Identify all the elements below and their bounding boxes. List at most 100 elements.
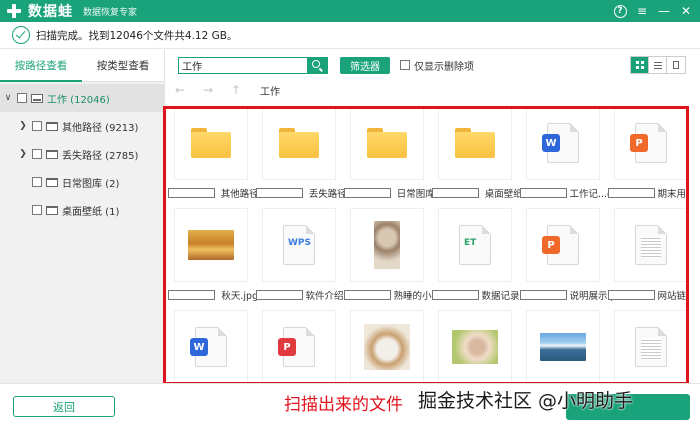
window-controls: ? ≡ — ✕ [610,2,696,20]
navigation-row: ← → ↑ 工作 [166,80,700,100]
file-tile[interactable]: W 工作记...ocx [520,106,614,200]
file-checkbox[interactable] [344,188,391,198]
tree-checkbox[interactable] [32,177,42,187]
chevron-right-icon[interactable]: ❯ [18,121,28,131]
file-tile[interactable]: 日常图库 [344,106,435,200]
folder-tree: ∨ 工作 (12046) ❯ 其他路径 (9213) ❯ 丢失路径 (2785)… [0,82,164,224]
file-checkbox[interactable] [432,188,479,198]
file-thumbnail[interactable] [350,310,424,383]
file-name-row: 说明展示.pptx [518,288,614,302]
tree-checkbox[interactable] [32,205,42,215]
file-tile[interactable]: 其他路径 [168,106,259,200]
file-checkbox[interactable] [344,290,391,300]
file-tile[interactable] [610,310,688,383]
app-subtitle: 数据恢复专家 [83,7,138,18]
file-tile[interactable] [434,310,514,383]
file-name: 网站链接.txt [657,291,689,302]
chevron-down-icon[interactable]: ∨ [3,93,13,103]
file-thumbnail[interactable]: WPS [262,208,336,282]
tab-by-type[interactable]: 按类型查看 [82,50,164,82]
detail-view-button[interactable] [667,57,685,73]
grid-view-button[interactable] [631,57,649,73]
tree-item-work[interactable]: ∨ 工作 (12046) [0,84,164,112]
up-arrow-icon[interactable]: ↑ [222,83,250,97]
file-tile[interactable]: 桌面壁纸 [432,106,523,200]
file-checkbox[interactable] [608,188,655,198]
file-thumbnail[interactable] [174,208,248,282]
file-thumbnail[interactable] [526,310,600,383]
file-thumbnail[interactable]: P [614,106,688,180]
file-tile[interactable]: ET 数据记录表.et [432,208,526,302]
doc-badge: W [190,338,208,356]
tree-checkbox[interactable] [17,93,27,103]
file-thumbnail[interactable] [614,310,688,383]
search-input[interactable] [179,57,307,73]
app-logo: 数据蛙 [6,1,73,21]
file-tile[interactable]: 熟睡的小猫.jpg [344,208,438,302]
annotation-caption: 扫描出来的文件 [284,395,403,415]
file-checkbox[interactable] [520,188,567,198]
tree-checkbox[interactable] [32,121,42,131]
file-thumbnail[interactable]: P [526,208,600,282]
image-thumbnail-icon [540,333,586,361]
file-checkbox[interactable] [608,290,655,300]
file-thumbnail[interactable] [174,106,248,180]
back-button[interactable]: 返回 [13,396,115,417]
file-checkbox[interactable] [520,290,567,300]
folder-icon [367,128,407,158]
close-button[interactable]: ✕ [676,2,696,20]
file-tile[interactable] [522,310,602,383]
tree-item-lost-paths[interactable]: ❯ 丢失路径 (2785) [0,140,164,168]
file-tile[interactable]: 秋天.jpg [168,208,258,302]
file-thumbnail[interactable] [614,208,688,282]
tree-item-desktop-wallpaper[interactable]: 桌面壁纸 (1) [0,196,164,224]
minimize-button[interactable]: — [654,2,674,20]
file-tile[interactable]: WPS 软件介绍....wps [256,208,350,302]
filter-button[interactable]: 筛选器 [340,56,390,74]
file-thumbnail[interactable]: P [262,310,336,383]
file-thumbnail[interactable] [438,106,512,180]
file-tile[interactable]: 丢失路径 [256,106,347,200]
file-name-row: 数据记录表.et [430,288,526,302]
file-thumbnail[interactable]: W [526,106,600,180]
file-thumbnail[interactable] [262,106,336,180]
tree-item-daily-gallery[interactable]: 日常图库 (2) [0,168,164,196]
forward-arrow-icon[interactable]: → [194,83,222,97]
tree-item-other-paths[interactable]: ❯ 其他路径 (9213) [0,112,164,140]
image-thumbnail-icon [364,324,410,370]
only-deleted-checkbox[interactable] [400,60,410,70]
file-checkbox[interactable] [168,290,215,300]
list-view-button[interactable] [649,57,667,73]
search-icon [312,60,320,68]
back-arrow-icon[interactable]: ← [166,83,194,97]
file-thumbnail[interactable] [350,208,424,282]
file-tile[interactable]: P [258,310,338,383]
file-tile[interactable]: 网站链接.txt [608,208,688,302]
file-tile[interactable]: P 期末用.pptx [608,106,688,200]
chevron-right-icon[interactable]: ❯ [18,149,28,159]
file-thumbnail[interactable]: W [174,310,248,383]
file-tile[interactable]: W [170,310,250,383]
file-thumbnail[interactable] [350,106,424,180]
file-checkbox[interactable] [432,290,479,300]
file-checkbox[interactable] [256,188,303,198]
file-checkbox[interactable] [168,188,215,198]
plus-logo-icon [6,3,22,19]
menu-icon: ≡ [636,4,648,18]
file-name-row: 工作记...ocx [518,186,614,200]
file-tile[interactable]: P 说明展示.pptx [520,208,614,302]
folder-icon [191,128,231,158]
folder-icon [455,128,495,158]
only-deleted-toggle[interactable]: 仅显示删除项 [400,58,474,73]
tree-item-label: 丢失路径 (2785) [62,150,139,162]
file-checkbox[interactable] [256,290,303,300]
tab-by-path[interactable]: 按路径查看 [0,50,82,82]
help-button[interactable]: ? [610,2,630,20]
tree-checkbox[interactable] [32,149,42,159]
menu-button[interactable]: ≡ [632,2,652,20]
search-button[interactable] [307,57,327,73]
file-tile[interactable] [346,310,426,383]
word-doc-icon: W [190,327,227,367]
file-thumbnail[interactable] [438,310,512,383]
file-thumbnail[interactable]: ET [438,208,512,282]
